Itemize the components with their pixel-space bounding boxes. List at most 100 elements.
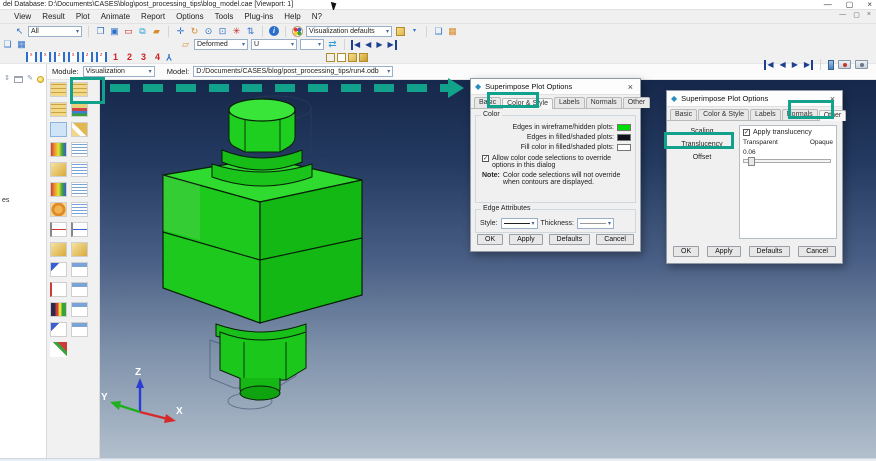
slider-handle[interactable]	[748, 157, 755, 166]
defaults-button[interactable]: Defaults	[548, 234, 591, 245]
fast-plot-icon[interactable]	[50, 122, 67, 137]
contour-options-icon[interactable]	[71, 142, 88, 157]
section-point-1[interactable]: 1	[110, 52, 121, 62]
section-point-2[interactable]: 2	[124, 52, 135, 62]
model-combo[interactable]: D:/Documents/CASES/blog/post_processing_…	[193, 66, 394, 77]
table-layout-icon[interactable]: ▦	[447, 26, 458, 37]
tab-basic[interactable]: Basic	[670, 109, 698, 120]
view-cut-manager-icon[interactable]	[71, 302, 88, 317]
translucency-slider[interactable]	[743, 157, 831, 166]
next-frame-button[interactable]: ▶	[375, 40, 383, 50]
cancel-button[interactable]: Cancel	[798, 246, 836, 257]
apply-button[interactable]: Apply	[707, 246, 741, 257]
maximize-button[interactable]: ▢	[846, 0, 854, 10]
tree-item-fragment[interactable]: es	[2, 197, 9, 204]
plot-state-icon[interactable]: ▱	[180, 39, 191, 50]
deformed-variable-combo[interactable]: U ▾	[251, 39, 297, 50]
first-frame-button[interactable]: ◀	[351, 39, 361, 50]
menu-tools[interactable]: Tools	[215, 12, 234, 21]
sync-frames-icon[interactable]: ⇄	[327, 39, 338, 50]
view-manipulation-icon[interactable]: ▰	[151, 26, 162, 37]
orientation-plot-icon[interactable]	[50, 182, 67, 197]
viewport-grid-icon[interactable]: ▦	[16, 39, 27, 50]
menu-plugins[interactable]: Plug-ins	[244, 12, 273, 21]
superimpose-plot-icon[interactable]	[71, 82, 88, 97]
tab-other[interactable]: Other	[818, 110, 847, 121]
pan-view-icon[interactable]: ✛	[175, 26, 186, 37]
primary-variable-combo[interactable]: Deformed ▾	[194, 39, 248, 50]
minimize-button[interactable]: —	[824, 0, 832, 10]
color-code-icon[interactable]	[71, 102, 88, 117]
first-frame-button[interactable]: ◀	[764, 59, 774, 70]
auto-fit-view-icon[interactable]: ✳	[231, 26, 242, 37]
cycle-views-icon[interactable]: ⇅	[245, 26, 256, 37]
close-button[interactable]: ×	[867, 0, 872, 10]
ok-button[interactable]: OK	[477, 234, 504, 245]
field-output-manager-icon[interactable]	[71, 282, 88, 297]
dialog-close-icon[interactable]: ×	[625, 82, 636, 92]
database-icon[interactable]: ❏	[2, 39, 13, 50]
chevron-down-icon[interactable]: ▾	[409, 26, 420, 37]
cancel-button[interactable]: Cancel	[596, 234, 634, 245]
hidden-line-render-icon[interactable]	[337, 52, 347, 62]
menu-options[interactable]: Options	[176, 12, 204, 21]
tab-labels[interactable]: Labels	[553, 97, 585, 108]
plot-state-grid-icon[interactable]	[50, 82, 67, 97]
select-tool-icon[interactable]: ↖	[14, 26, 25, 37]
query-info-icon[interactable]: i	[269, 26, 279, 36]
tab-other[interactable]: Other	[622, 97, 651, 108]
orientation-options-icon[interactable]	[71, 182, 88, 197]
previous-frame-button[interactable]: ◀	[779, 60, 787, 70]
tab-normals[interactable]: Normals	[585, 97, 622, 108]
field-output-s12-icon[interactable]: z	[54, 52, 65, 62]
dialog-titlebar[interactable]: ◆ Superimpose Plot Options ×	[667, 91, 842, 107]
mdi-minimize-button[interactable]: —	[839, 11, 846, 19]
spectrum-options-icon[interactable]	[71, 242, 88, 257]
section-point-3[interactable]: 3	[138, 52, 149, 62]
free-body-cut-icon[interactable]	[50, 322, 67, 337]
print-camera-icon[interactable]	[855, 60, 868, 69]
free-body-manager-icon[interactable]	[71, 322, 88, 337]
side-item-offset[interactable]: Offset	[671, 151, 733, 164]
duplicate-viewport-icon[interactable]: ❐	[95, 26, 106, 37]
probe-tool-icon[interactable]	[828, 59, 834, 70]
menu-report[interactable]: Report	[141, 12, 165, 21]
column-layout-icon[interactable]: ❏	[433, 26, 444, 37]
section-point-4[interactable]: 4	[152, 52, 163, 62]
mdi-restore-button[interactable]: ▢	[853, 11, 860, 19]
filled-render-icon[interactable]	[359, 52, 369, 62]
tab-color-style[interactable]: Color & Style	[502, 98, 553, 109]
tab-color-style[interactable]: Color & Style	[698, 109, 749, 120]
edit-filter-icon[interactable]: ✎	[26, 75, 34, 83]
drag-rectangle-icon[interactable]: ▭	[123, 26, 134, 37]
render-cube-icon[interactable]	[396, 26, 405, 36]
tab-basic[interactable]: Basic	[474, 97, 502, 108]
field-output-dialog-icon[interactable]	[50, 282, 67, 297]
override-checkbox[interactable]: ✓	[482, 155, 489, 162]
filled-edge-color-swatch[interactable]	[617, 134, 631, 141]
create-xy-data-icon[interactable]	[50, 262, 67, 277]
apply-translucency-checkbox[interactable]: ✓	[743, 129, 750, 136]
spectrum-icon[interactable]	[50, 242, 67, 257]
wireframe-edge-color-swatch[interactable]	[617, 124, 631, 131]
xy-plot-icon[interactable]	[50, 222, 67, 237]
tab-labels[interactable]: Labels	[749, 109, 781, 120]
last-frame-button[interactable]: ▶	[386, 39, 397, 50]
defaults-button[interactable]: Defaults	[748, 246, 791, 257]
field-output-e22-icon[interactable]: z	[82, 52, 93, 62]
fill-color-swatch[interactable]	[617, 144, 631, 151]
shaded-render-icon[interactable]	[348, 52, 358, 62]
field-output-e11-icon[interactable]: x	[68, 52, 79, 62]
multiple-plot-states-icon[interactable]	[50, 102, 67, 117]
field-output-s11-icon[interactable]: x	[26, 52, 37, 62]
snapshot-camera-icon[interactable]	[838, 60, 851, 69]
menu-animate[interactable]: Animate	[101, 12, 130, 21]
ok-button[interactable]: OK	[673, 246, 700, 257]
edge-thickness-combo[interactable]: ▾	[577, 218, 615, 229]
rotate-view-icon[interactable]: ↻	[189, 26, 200, 37]
color-code-combo[interactable]: Visualization defaults ▾	[306, 25, 392, 37]
deformed-shape-icon[interactable]	[50, 202, 67, 217]
xy-options-icon[interactable]	[71, 222, 88, 237]
menu-view[interactable]: View	[14, 12, 31, 21]
menu-help[interactable]: Help	[284, 12, 300, 21]
